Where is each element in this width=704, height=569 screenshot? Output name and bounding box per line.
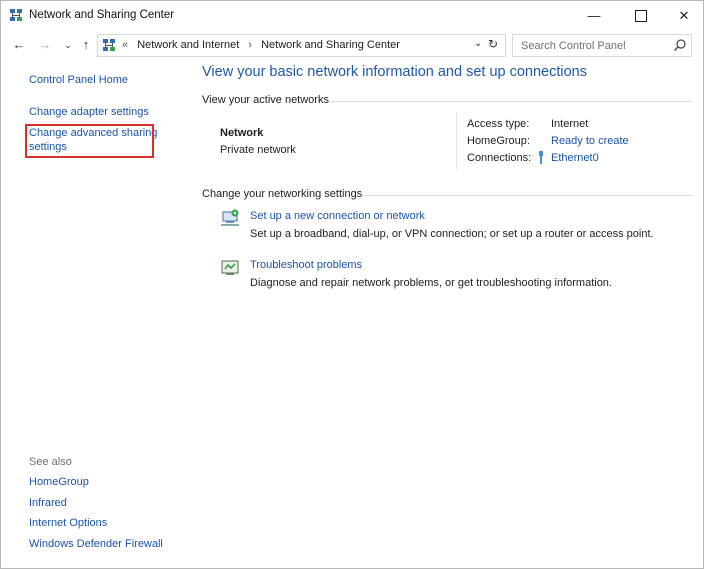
network-center-icon <box>103 39 115 51</box>
divider <box>456 113 457 169</box>
network-type: Private network <box>220 144 296 156</box>
recent-locations-chevron-icon[interactable]: ⌄ <box>59 35 77 55</box>
divider <box>363 195 692 196</box>
network-name: Network <box>220 127 264 139</box>
active-networks-title: View your active networks <box>202 94 329 106</box>
minimize-button[interactable]: — <box>571 1 617 31</box>
highlight-box <box>25 124 154 158</box>
address-bar[interactable]: « Network and Internet › Network and Sha… <box>97 34 506 57</box>
homegroup-ready-link[interactable]: Ready to create <box>551 135 629 147</box>
search-input[interactable] <box>519 37 673 54</box>
page-title: View your basic network information and … <box>202 64 588 80</box>
ethernet-connection-link[interactable]: Ethernet0 <box>551 152 599 164</box>
windows-defender-firewall-link[interactable]: Windows Defender Firewall <box>29 538 163 550</box>
title-bar: Network and Sharing Center — ✕ <box>1 1 703 31</box>
ethernet-icon <box>539 151 543 164</box>
maximize-icon <box>635 9 647 22</box>
search-box[interactable] <box>512 34 692 57</box>
see-also-title: See also <box>29 456 72 468</box>
window: Network and Sharing Center — ✕ ← → ⌄ ↑ «… <box>0 0 704 569</box>
breadcrumb-separator[interactable]: › <box>248 39 252 51</box>
search-icon[interactable] <box>673 38 687 52</box>
maximize-button[interactable] <box>618 1 664 31</box>
control-panel-home-link[interactable]: Control Panel Home <box>29 74 128 86</box>
internet-options-link[interactable]: Internet Options <box>29 517 107 529</box>
breadcrumb-network-and-internet[interactable]: Network and Internet <box>137 39 239 51</box>
breadcrumb-overflow[interactable]: « <box>122 39 128 51</box>
back-button[interactable]: ← <box>10 35 28 55</box>
network-center-icon <box>10 9 22 21</box>
breadcrumb-network-sharing-center[interactable]: Network and Sharing Center <box>261 39 400 51</box>
divider <box>331 101 692 102</box>
up-button[interactable]: ↑ <box>77 35 95 55</box>
homegroup-link[interactable]: HomeGroup <box>29 476 89 488</box>
close-button[interactable]: ✕ <box>661 1 704 31</box>
homegroup-label: HomeGroup: <box>467 135 530 147</box>
refresh-icon[interactable]: ↻ <box>488 37 498 51</box>
change-settings-title: Change your networking settings <box>202 188 363 200</box>
troubleshoot-problems-desc: Diagnose and repair network problems, or… <box>250 277 612 289</box>
troubleshoot-problems-link[interactable]: Troubleshoot problems <box>250 259 362 271</box>
access-type-label: Access type: <box>467 118 530 130</box>
change-adapter-settings-link[interactable]: Change adapter settings <box>29 106 149 118</box>
chevron-down-icon[interactable]: ⌄ <box>474 38 482 49</box>
troubleshoot-icon <box>221 260 239 275</box>
access-type-value: Internet <box>551 118 589 130</box>
connections-label: Connections: <box>467 152 532 164</box>
window-title: Network and Sharing Center <box>29 9 175 21</box>
infrared-link[interactable]: Infrared <box>29 497 67 509</box>
breadcrumb: « Network and Internet › Network and Sha… <box>122 39 406 51</box>
forward-button[interactable]: → <box>36 35 54 55</box>
setup-new-connection-desc: Set up a broadband, dial-up, or VPN conn… <box>250 228 654 240</box>
network-setup-icon <box>221 209 239 226</box>
setup-new-connection-link[interactable]: Set up a new connection or network <box>250 210 425 222</box>
